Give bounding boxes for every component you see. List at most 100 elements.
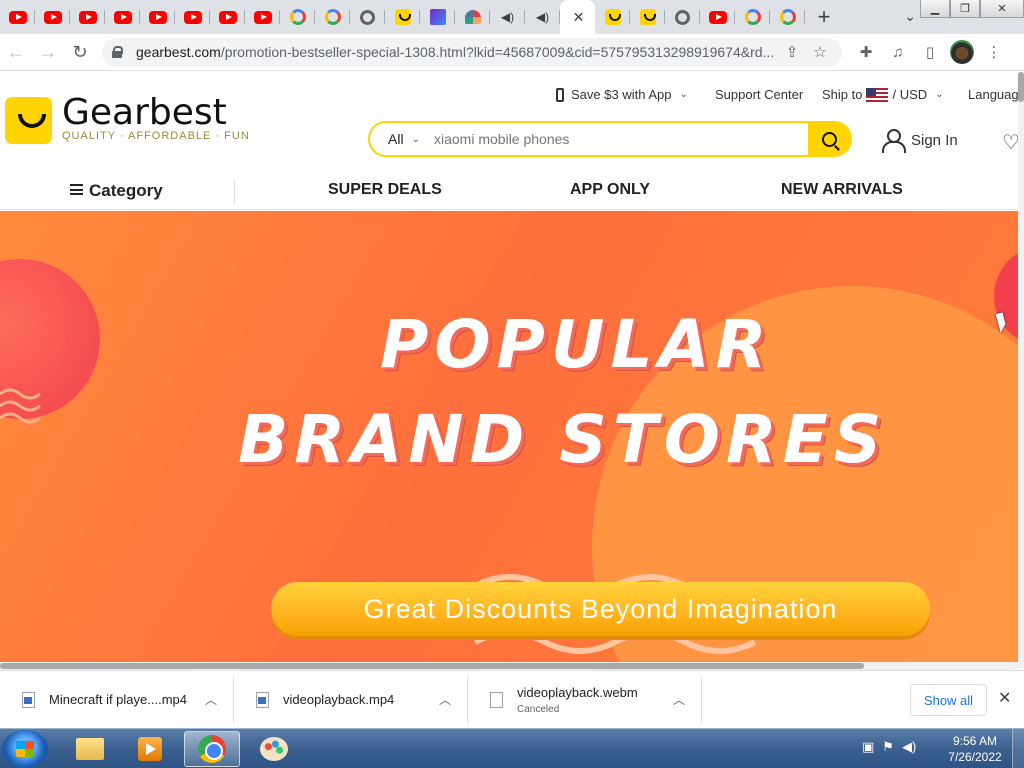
youtube-icon <box>113 10 132 24</box>
tab-search-icon[interactable]: ⌄ <box>904 8 916 25</box>
tab-youtube[interactable] <box>35 0 70 34</box>
network-icon[interactable]: ▣ <box>862 739 874 755</box>
tab-google[interactable] <box>735 0 770 34</box>
support-center-link[interactable]: Support Center <box>715 87 803 102</box>
banner-cta-button[interactable]: Great Discounts Beyond Imagination <box>271 582 930 636</box>
tab-audio[interactable]: ◀) <box>490 0 525 34</box>
tab-google[interactable] <box>770 0 805 34</box>
horizontal-scrollbar[interactable] <box>0 662 1018 670</box>
download-item[interactable]: videoplayback.webm Canceled ︿ <box>468 676 702 723</box>
speaker-icon: ◀) <box>500 10 515 24</box>
lock-icon[interactable] <box>112 46 123 58</box>
clock-time: 9:56 AM <box>952 734 998 748</box>
google-icon <box>324 9 341 25</box>
media-control-icon[interactable]: ♫ <box>882 36 914 68</box>
chevron-up-icon[interactable]: ︿ <box>205 691 217 708</box>
profile-avatar[interactable] <box>946 36 978 68</box>
arc-icon <box>464 10 481 24</box>
system-tray: ▣ ⚑ ◀) <box>862 739 916 755</box>
url-text[interactable]: gearbest.com/promotion-bestseller-specia… <box>136 44 778 60</box>
tab-gearbest[interactable] <box>595 0 630 34</box>
taskbar-media-player[interactable] <box>122 731 178 767</box>
tab-youtube[interactable] <box>700 0 735 34</box>
back-button[interactable]: ← <box>0 36 32 68</box>
close-icon[interactable]: ✕ <box>573 9 585 26</box>
side-panel-icon[interactable]: ▯ <box>914 36 946 68</box>
tab-youtube[interactable] <box>210 0 245 34</box>
menu-kebab-icon[interactable]: ⋮ <box>978 36 1010 68</box>
globe-icon <box>675 9 690 25</box>
promo-banner[interactable]: POPULAR BRAND STORES Great Discounts Bey… <box>0 211 1018 668</box>
chevron-up-icon[interactable]: ︿ <box>673 691 685 708</box>
taskbar-explorer[interactable] <box>62 731 118 767</box>
tab-youtube[interactable] <box>70 0 105 34</box>
download-filename: videoplayback.webm <box>517 684 638 700</box>
wishlist-heart-icon[interactable]: ♡ <box>1002 130 1018 155</box>
youtube-icon <box>43 10 62 24</box>
search-input[interactable] <box>426 131 808 147</box>
extensions-puzzle-icon[interactable]: ✚ <box>850 36 882 68</box>
nav-app-only[interactable]: APP ONLY <box>570 181 650 199</box>
chevron-up-icon[interactable]: ︿ <box>439 691 451 708</box>
vertical-scrollbar[interactable] <box>1018 72 1024 668</box>
minimize-button[interactable]: ▁ <box>920 0 950 18</box>
app-promo-link[interactable]: Save $3 with App ⌄ <box>556 87 688 102</box>
wave-decoration <box>0 388 41 424</box>
address-bar[interactable]: gearbest.com/promotion-bestseller-specia… <box>102 37 842 67</box>
tab-google[interactable] <box>315 0 350 34</box>
sign-in-link[interactable]: Sign In <box>882 129 958 153</box>
close-window-button[interactable]: ✕ <box>980 0 1024 18</box>
close-downloads-icon[interactable]: ✕ <box>998 688 1011 708</box>
action-center-icon[interactable]: ⚑ <box>882 739 894 755</box>
logo-wordmark[interactable]: Gearbest <box>62 92 227 133</box>
ship-to-selector[interactable]: Ship to / USD ⌄ <box>822 87 944 102</box>
tab-active[interactable]: ✕ <box>560 0 595 34</box>
show-desktop-button[interactable] <box>1012 729 1024 768</box>
tab-google[interactable] <box>280 0 315 34</box>
show-all-downloads-button[interactable]: Show all <box>910 684 987 716</box>
tab-globe[interactable] <box>350 0 385 34</box>
scrollbar-thumb[interactable] <box>0 663 864 669</box>
tab-globe[interactable] <box>665 0 700 34</box>
category-navbar: Category SUPER DEALS APP ONLY NEW ARRIVA… <box>0 172 1018 210</box>
category-menu-button[interactable]: Category <box>70 181 163 201</box>
tab-arc[interactable] <box>455 0 490 34</box>
tab-app[interactable] <box>420 0 455 34</box>
tab-gearbest[interactable] <box>630 0 665 34</box>
tab-youtube[interactable] <box>105 0 140 34</box>
nav-new-arrivals[interactable]: NEW ARRIVALS <box>781 181 903 199</box>
window-controls: ▁ ❐ ✕ <box>920 0 1024 18</box>
category-label: Category <box>89 181 163 200</box>
restore-button[interactable]: ❐ <box>950 0 980 18</box>
share-icon[interactable]: ⇪ <box>778 43 806 61</box>
search-category-select[interactable]: All ⌄ <box>370 131 426 147</box>
scrollbar-thumb[interactable] <box>1018 72 1024 102</box>
video-file-icon <box>22 691 35 708</box>
start-button[interactable] <box>2 730 48 768</box>
volume-icon[interactable]: ◀) <box>902 739 916 755</box>
search-button[interactable] <box>808 123 850 155</box>
gearbest-icon <box>639 9 656 25</box>
gearbest-logo-icon[interactable] <box>5 97 52 144</box>
new-tab-button[interactable]: + <box>805 0 843 34</box>
tab-audio[interactable]: ◀) <box>525 0 560 34</box>
tab-youtube[interactable] <box>175 0 210 34</box>
download-item[interactable]: videoplayback.mp4 ︿ <box>234 676 468 723</box>
tab-youtube[interactable] <box>245 0 280 34</box>
forward-button[interactable]: → <box>32 36 64 68</box>
tab-youtube[interactable] <box>140 0 175 34</box>
app-promo-label: Save $3 with App <box>571 87 672 102</box>
bookmark-star-icon[interactable]: ☆ <box>806 43 834 61</box>
media-player-icon <box>138 737 162 761</box>
taskbar-paint[interactable] <box>246 731 302 767</box>
file-icon <box>490 691 503 708</box>
language-selector[interactable]: Languag <box>968 87 1018 102</box>
search-icon <box>821 131 837 147</box>
download-item[interactable]: Minecraft if playe....mp4 ︿ <box>0 676 234 723</box>
reload-button[interactable]: ↻ <box>64 36 96 68</box>
tab-gearbest[interactable] <box>385 0 420 34</box>
nav-super-deals[interactable]: SUPER DEALS <box>328 181 442 199</box>
tab-youtube[interactable] <box>0 0 35 34</box>
taskbar-chrome[interactable] <box>184 731 240 767</box>
system-clock[interactable]: 9:56 AM 7/26/2022 <box>940 733 1010 765</box>
